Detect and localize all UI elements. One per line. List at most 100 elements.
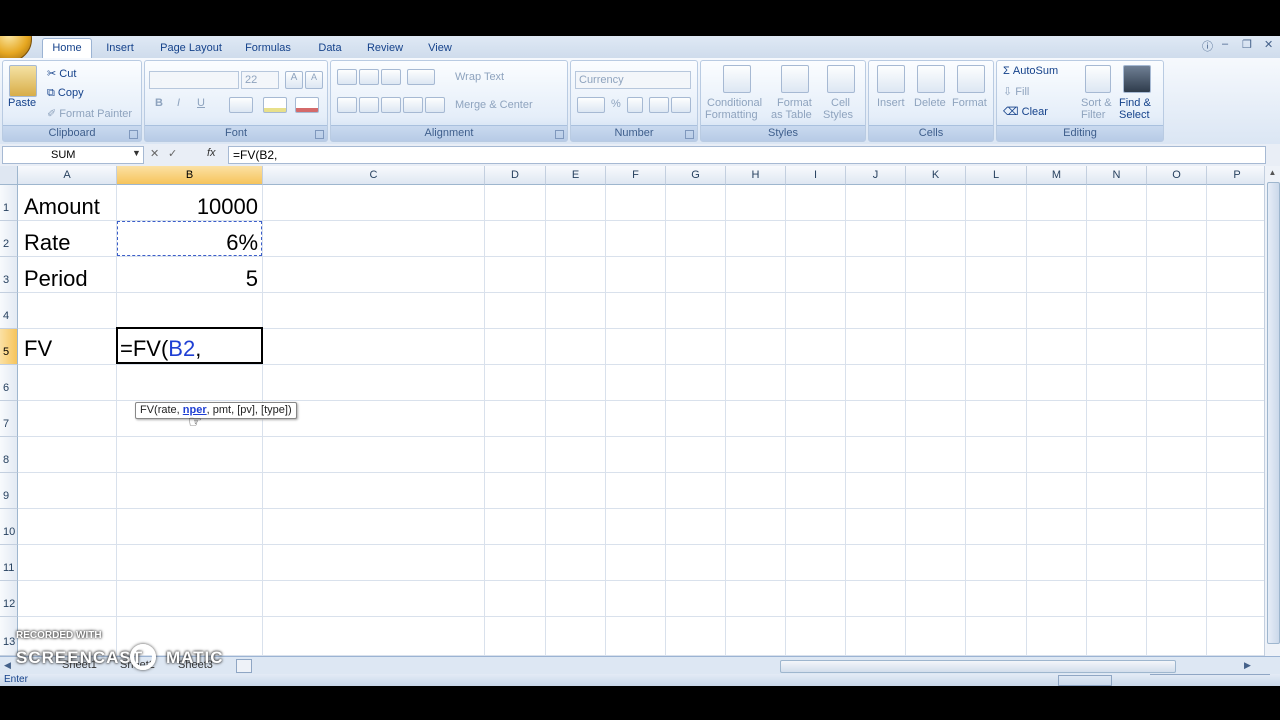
orientation-icon[interactable] (407, 69, 435, 85)
column-header-k[interactable]: K (906, 166, 966, 185)
autosum-button[interactable]: Σ AutoSum (1003, 65, 1058, 77)
cut-button[interactable]: ✂ Cut (47, 67, 76, 80)
cell-styles-label[interactable]: Styles (823, 109, 853, 121)
font-size-select[interactable]: 22 (241, 71, 279, 89)
cell-styles-icon[interactable] (827, 65, 855, 93)
column-header-c[interactable]: C (263, 166, 485, 185)
underline-button[interactable]: U (197, 97, 205, 109)
row-header-3[interactable]: 3 (0, 257, 18, 293)
cell-b1[interactable]: 10000 (197, 194, 258, 220)
align-middle-icon[interactable] (359, 69, 379, 85)
row-header-2[interactable]: 2 (0, 221, 18, 257)
zoom-slider[interactable] (1150, 674, 1270, 685)
paste-button[interactable]: Paste (8, 97, 36, 109)
decrease-indent-icon[interactable] (403, 97, 423, 113)
tab-review[interactable]: Review (362, 39, 408, 58)
view-buttons[interactable] (1058, 675, 1112, 686)
tab-data[interactable]: Data (312, 39, 348, 58)
sort-label[interactable]: Sort & (1081, 97, 1112, 109)
sort-filter-icon[interactable] (1085, 65, 1111, 93)
scroll-right-icon[interactable]: ▶ (1244, 660, 1251, 671)
comma-style-icon[interactable] (627, 97, 643, 113)
column-header-d[interactable]: D (485, 166, 546, 185)
increase-indent-icon[interactable] (425, 97, 445, 113)
column-header-n[interactable]: N (1087, 166, 1147, 185)
delete-cells-button[interactable]: Delete (914, 97, 946, 109)
insert-cells-button[interactable]: Insert (877, 97, 905, 109)
font-dialog-launcher[interactable] (315, 130, 324, 139)
alignment-dialog-launcher[interactable] (555, 130, 564, 139)
name-box[interactable]: SUM (2, 146, 144, 164)
wrap-text-button[interactable]: Wrap Text (455, 71, 504, 83)
cell-a2[interactable]: Rate (24, 230, 70, 256)
formatting-label[interactable]: Formatting (705, 109, 758, 121)
row-header-6[interactable]: 6 (0, 365, 18, 401)
cell-b5-editor[interactable]: =FV(B2, (120, 336, 201, 362)
column-header-m[interactable]: M (1027, 166, 1087, 185)
format-cells-icon[interactable] (957, 65, 985, 93)
decrease-decimal-icon[interactable] (671, 97, 691, 113)
help-icon[interactable]: ⓘ (1202, 38, 1213, 54)
tab-insert[interactable]: Insert (100, 39, 140, 58)
first-sheet-icon[interactable]: ◀ (4, 660, 11, 671)
format-as-table-label[interactable]: Format (777, 97, 812, 109)
tab-view[interactable]: View (422, 39, 458, 58)
increase-decimal-icon[interactable] (649, 97, 669, 113)
cell-a5[interactable]: FV (24, 336, 52, 362)
column-header-l[interactable]: L (966, 166, 1027, 185)
column-header-b[interactable]: B (117, 166, 263, 185)
find-label[interactable]: Find & (1119, 97, 1151, 109)
insert-function-button[interactable]: fx (207, 147, 216, 159)
shrink-font-icon[interactable]: A (305, 71, 323, 89)
column-header-e[interactable]: E (546, 166, 606, 185)
column-header-f[interactable]: F (606, 166, 666, 185)
cell-b3[interactable]: 5 (246, 266, 258, 292)
restore-icon[interactable]: ❐ (1242, 38, 1252, 51)
column-header-o[interactable]: O (1147, 166, 1207, 185)
column-header-h[interactable]: H (726, 166, 786, 185)
italic-button[interactable]: I (177, 97, 180, 109)
as-table-label[interactable]: as Table (771, 109, 812, 121)
cell-a3[interactable]: Period (24, 266, 88, 292)
cell-label[interactable]: Cell (831, 97, 850, 109)
row-header-4[interactable]: 4 (0, 293, 18, 329)
fill-color-icon[interactable] (263, 97, 287, 113)
column-header-g[interactable]: G (666, 166, 726, 185)
percent-button[interactable]: % (611, 98, 621, 110)
delete-cells-icon[interactable] (917, 65, 945, 93)
row-header-11[interactable]: 11 (0, 545, 18, 581)
align-top-icon[interactable] (337, 69, 357, 85)
cell-b2[interactable]: 6% (226, 230, 258, 256)
borders-icon[interactable] (229, 97, 253, 113)
fill-button[interactable]: ⇩ Fill (1003, 85, 1029, 98)
align-center-icon[interactable] (359, 97, 379, 113)
format-cells-button[interactable]: Format (952, 97, 987, 109)
format-painter-button[interactable]: ✐ Format Painter (47, 107, 132, 120)
formula-input[interactable]: =FV(B2, (228, 146, 1266, 164)
align-right-icon[interactable] (381, 97, 401, 113)
row-header-5[interactable]: 5 (0, 329, 18, 365)
column-header-i[interactable]: I (786, 166, 846, 185)
number-format-select[interactable]: Currency (575, 71, 691, 89)
close-icon[interactable]: ✕ (1264, 38, 1273, 51)
row-header-7[interactable]: 7 (0, 401, 18, 437)
enter-icon[interactable]: ✓ (168, 147, 177, 160)
align-left-icon[interactable] (337, 97, 357, 113)
grow-font-icon[interactable]: A (285, 71, 303, 89)
column-header-j[interactable]: J (846, 166, 906, 185)
cancel-icon[interactable]: ✕ (150, 147, 159, 160)
horizontal-scroll-thumb[interactable] (780, 660, 1176, 673)
column-header-a[interactable]: A (18, 166, 117, 185)
row-header-1[interactable]: 1 (0, 185, 18, 221)
row-header-9[interactable]: 9 (0, 473, 18, 509)
clear-button[interactable]: ⌫ Clear (1003, 105, 1048, 118)
row-header-12[interactable]: 12 (0, 581, 18, 617)
paste-icon[interactable] (9, 65, 37, 97)
select-all-corner[interactable] (0, 166, 18, 185)
font-color-icon[interactable] (295, 97, 319, 113)
worksheet-grid[interactable]: ABCDEFGHIJKLMNOP 1 2 3 4 5 6 7 8 9 10 11 12 13 Amoun… (0, 166, 1264, 656)
filter-label[interactable]: Filter (1081, 109, 1105, 121)
conditional-formatting-icon[interactable] (723, 65, 751, 93)
scroll-up-icon[interactable]: ▲ (1267, 168, 1278, 179)
chevron-down-icon[interactable]: ▼ (132, 148, 141, 158)
